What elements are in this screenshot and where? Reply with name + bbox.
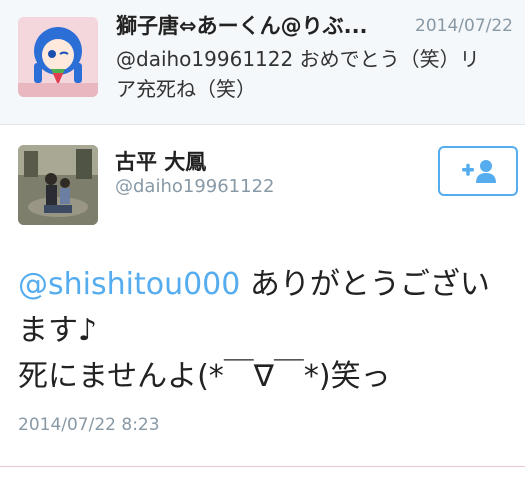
tweet-text: @shishitou000 ありがとうござい ます♪ 死にませんよ(*￣∇￣*)… bbox=[18, 262, 518, 400]
reply-display-name[interactable]: 獅子唐⇔あーくん@りぶ... bbox=[116, 10, 406, 40]
mention-link[interactable]: @shishitou000 bbox=[18, 267, 240, 302]
reply-text-line: ア充死ね（笑） bbox=[116, 77, 256, 101]
reply-date: 2014/07/22 bbox=[415, 16, 513, 36]
reply-text: @daiho19961122 おめでとう（笑）リ ア充死ね（笑） bbox=[116, 44, 516, 104]
user-handle[interactable]: @daiho19961122 bbox=[115, 176, 275, 197]
tweet-timestamp: 2014/07/22 8:23 bbox=[18, 415, 160, 435]
display-name[interactable]: 古平 大鳳 bbox=[115, 146, 206, 176]
reply-text-line: @daiho19961122 おめでとう（笑）リ bbox=[116, 47, 480, 71]
follow-button[interactable] bbox=[438, 146, 518, 196]
tweet-text-line: 死にませんよ(*￣∇￣*)笑っ bbox=[18, 359, 391, 394]
reply-tweet[interactable]: 獅子唐⇔あーくん@りぶ... 2014/07/22 @daiho19961122… bbox=[0, 0, 525, 125]
tweet-text-fragment: ありがとうござい bbox=[240, 267, 490, 302]
avatar-photo bbox=[18, 145, 98, 225]
add-user-icon bbox=[462, 160, 496, 183]
tweet-text-line: @shishitou000 ありがとうござい bbox=[18, 262, 518, 308]
tweet-text-line: ます♪ bbox=[18, 313, 98, 348]
avatar-illustration bbox=[18, 17, 98, 97]
reply-avatar[interactable] bbox=[18, 17, 98, 97]
divider bbox=[0, 466, 525, 467]
user-avatar[interactable] bbox=[18, 145, 98, 225]
